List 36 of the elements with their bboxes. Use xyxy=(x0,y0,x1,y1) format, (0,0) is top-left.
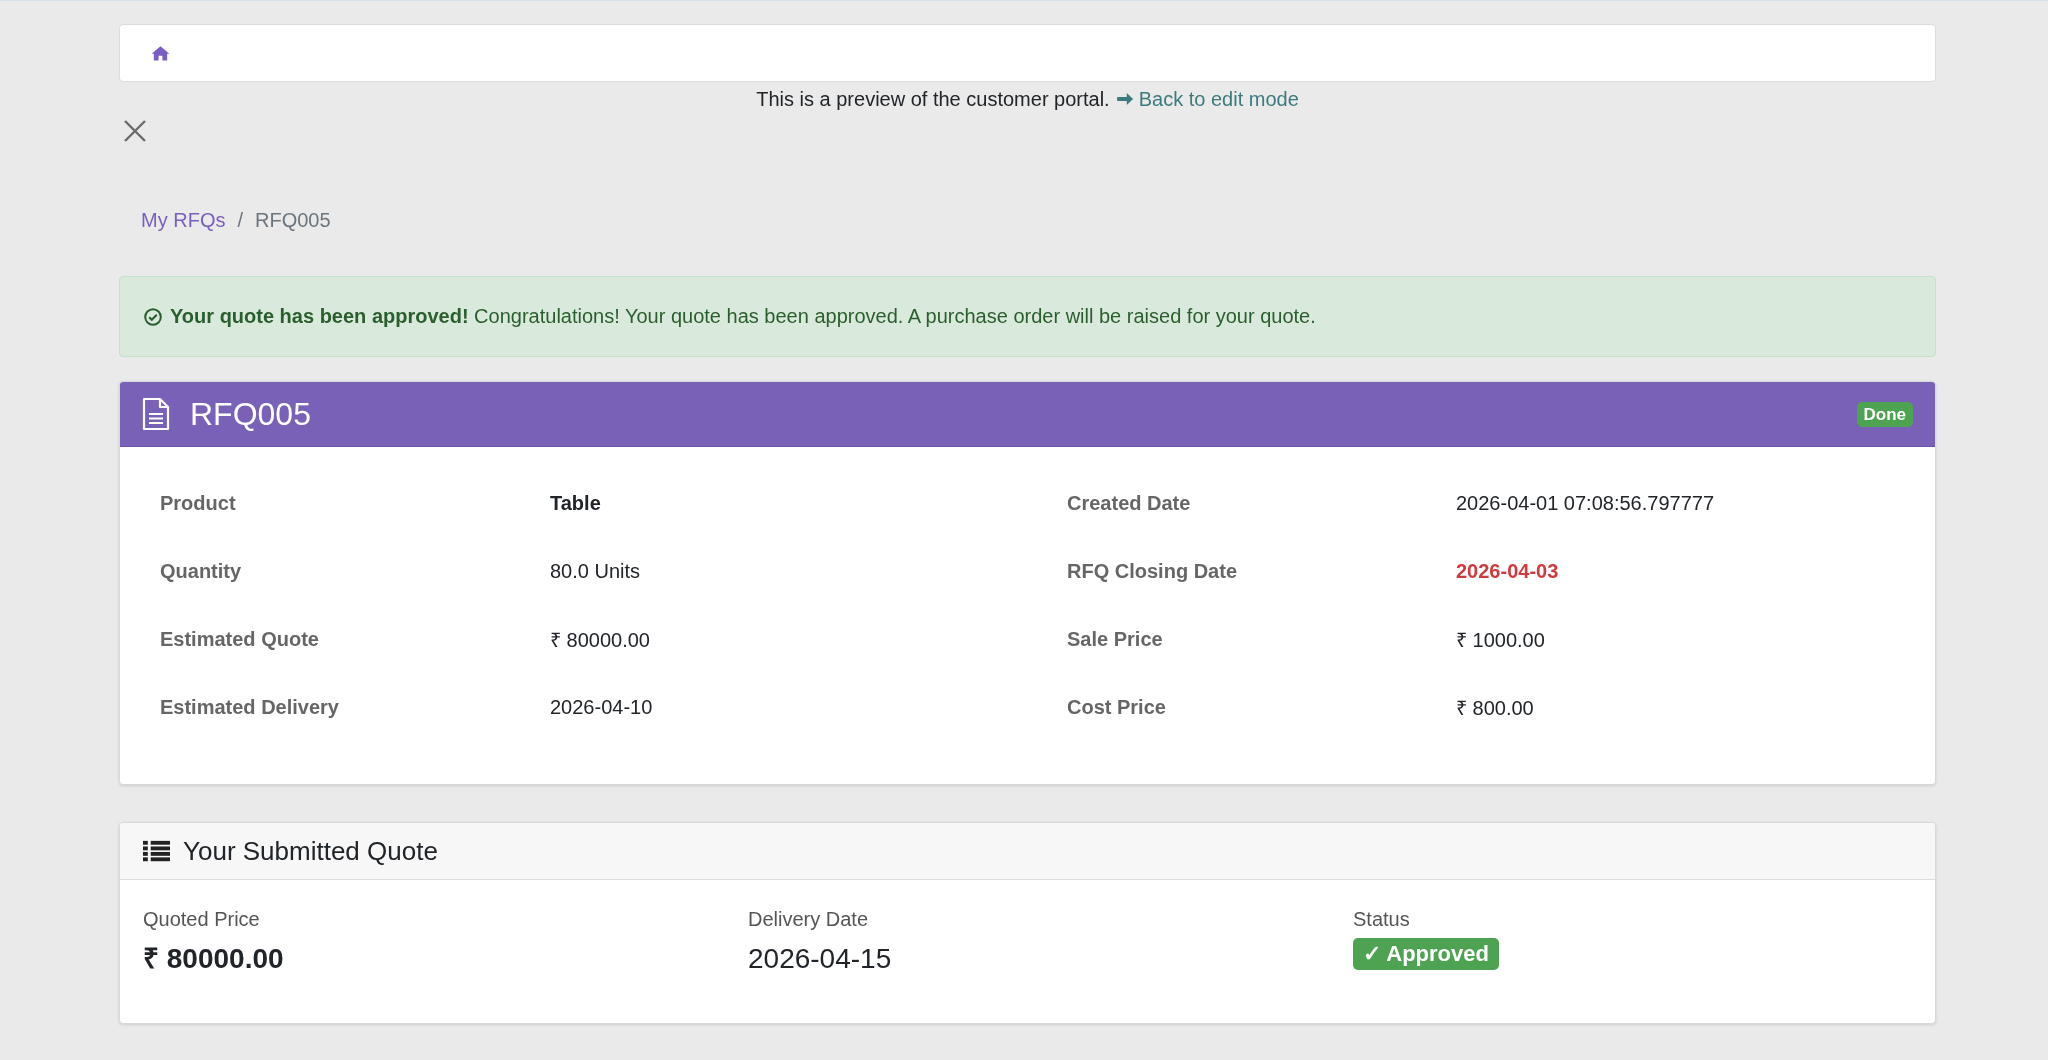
field-label: Product xyxy=(160,491,237,515)
field-label: Cost Price xyxy=(1067,695,1167,719)
close-icon[interactable] xyxy=(124,120,146,142)
field-value: ₹ 800.00 xyxy=(1456,695,1535,721)
field-label: Quoted Price xyxy=(143,907,260,932)
field-value: 2026-04-03 xyxy=(1456,559,1560,583)
status-badge: ✓ Approved xyxy=(1353,938,1499,970)
field-value: Table xyxy=(550,491,602,515)
card-title: RFQ005 xyxy=(190,395,312,433)
breadcrumb-separator: / xyxy=(237,208,243,233)
list-icon xyxy=(143,840,170,862)
check-circle-icon xyxy=(144,307,162,326)
field-value: ₹ 1000.00 xyxy=(1456,627,1546,653)
home-icon[interactable] xyxy=(151,45,170,61)
field-label: Delivery Date xyxy=(748,907,869,932)
field-value: 2026-04-10 xyxy=(550,695,654,719)
field-label: Created Date xyxy=(1067,491,1192,515)
document-icon xyxy=(142,397,170,431)
section-title: Your Submitted Quote xyxy=(183,835,438,867)
field-label: Estimated Delivery xyxy=(160,695,340,719)
field-label: RFQ Closing Date xyxy=(1067,559,1238,583)
field-value: 2026-04-15 xyxy=(748,942,892,976)
alert-message: Your quote has been approved! Congratulations! Your quote has been approved. A purchase order will be raised for your quote. xyxy=(170,305,1316,328)
breadcrumb-current: RFQ005 xyxy=(255,208,331,233)
field-label: Quantity xyxy=(160,559,243,583)
back-to-edit-link[interactable]: Back to edit mode xyxy=(1115,87,1299,111)
quoted-price: ₹ 80000.00 xyxy=(143,942,284,976)
status-badge: Done xyxy=(1856,401,1913,427)
field-value: ₹ 80000.00 xyxy=(550,627,651,653)
field-label: Estimated Quote xyxy=(160,627,320,651)
field-value: 2026-04-01 07:08:56.797777 xyxy=(1456,491,1715,515)
preview-notice: This is a preview of the customer portal. xyxy=(756,87,1110,111)
field-value: 80.0 Units xyxy=(550,559,642,583)
breadcrumb-link[interactable]: My RFQs xyxy=(141,207,226,233)
field-label: Status xyxy=(1353,907,1410,932)
field-label: Sale Price xyxy=(1067,627,1164,651)
